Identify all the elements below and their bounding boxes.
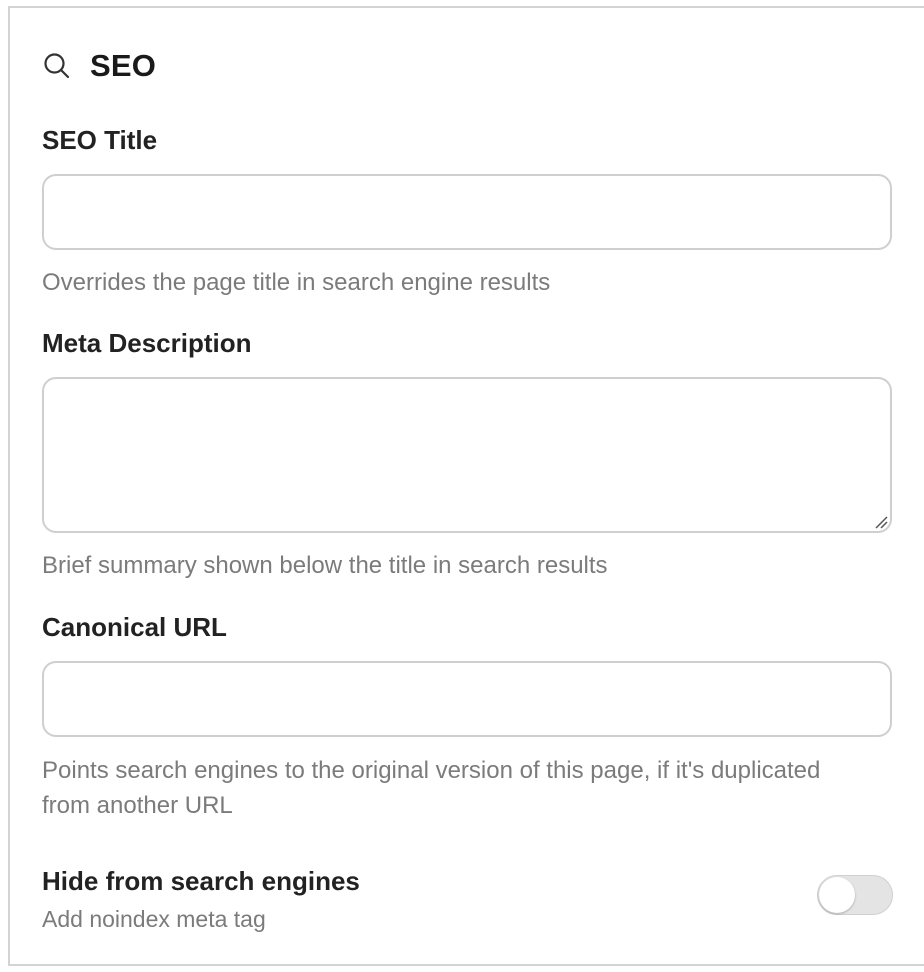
seo-section-header: SEO <box>42 44 156 88</box>
noindex-subtitle: Add noindex meta tag <box>42 906 266 932</box>
meta-description-textarea[interactable] <box>42 377 892 533</box>
canonical-url-input[interactable] <box>42 661 892 737</box>
search-icon <box>42 51 72 81</box>
meta-description-wrapper <box>42 377 892 533</box>
canonical-url-label: Canonical URL <box>42 612 227 642</box>
seo-panel: SEO SEO Title Overrides the page title i… <box>8 6 924 966</box>
canonical-url-help: Points search engines to the original ve… <box>42 757 821 819</box>
meta-description-label: Meta Description <box>42 328 252 358</box>
noindex-toggle[interactable] <box>817 875 893 915</box>
meta-description-help: Brief summary shown below the title in s… <box>42 552 608 579</box>
toggle-knob <box>819 877 855 913</box>
seo-title-input[interactable] <box>42 174 892 250</box>
resize-handle-icon[interactable] <box>874 515 888 529</box>
seo-title-help: Overrides the page title in search engin… <box>42 269 551 296</box>
section-title: SEO <box>90 48 157 83</box>
noindex-title: Hide from search engines <box>42 866 360 896</box>
seo-title-label: SEO Title <box>42 125 158 155</box>
